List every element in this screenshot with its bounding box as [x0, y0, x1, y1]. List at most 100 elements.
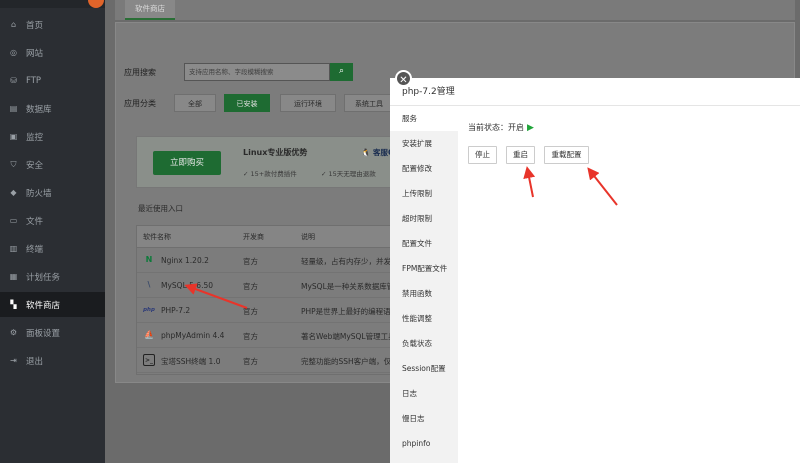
buy-now-button[interactable]: 立即购买: [153, 151, 221, 175]
software-vendor: 官方: [243, 257, 258, 266]
sidebar-item-label: 文件: [26, 216, 44, 227]
sidebar-item-label: 退出: [26, 356, 44, 367]
sidebar-item-5[interactable]: ⛉ 安全: [0, 152, 105, 177]
category-all[interactable]: 全部: [174, 94, 216, 112]
sidebar-item-label: 终端: [26, 244, 44, 255]
sidebar-item-1[interactable]: ◎ 网站: [0, 40, 105, 65]
software-vendor: 官方: [243, 307, 258, 316]
mysql-icon: \: [147, 280, 151, 289]
close-icon[interactable]: ✕: [395, 70, 412, 87]
sidebar-item-label: 数据库: [26, 104, 52, 115]
promo-title: Linux专业版优势: [243, 148, 308, 157]
search-input[interactable]: 支持应用名称、字段模糊搜索: [184, 63, 330, 81]
sidebar-header: [0, 0, 105, 8]
software-name[interactable]: 宝塔SSH终端 1.0: [161, 356, 239, 367]
software-desc: 轻量级，占有内存少，并发能力: [301, 257, 401, 266]
php-manage-modal: php-7.2管理 服务 安装扩展 配置修改 上传限制 超时限制 配置文件 FPM配置文件禁…: [390, 78, 800, 463]
stop-button[interactable]: 停止: [468, 146, 497, 164]
folder-icon: ▭: [9, 216, 18, 225]
sidebar-item-9[interactable]: ▦ 计划任务: [0, 264, 105, 289]
phpmyadmin-icon: ⛵: [144, 330, 154, 339]
software-desc: 著名Web端MySQL管理工具: [301, 332, 396, 341]
software-name[interactable]: phpMyAdmin 4.4: [161, 331, 239, 340]
reload-config-button[interactable]: 重载配置: [544, 146, 589, 164]
sidebar-item-label: 安全: [26, 160, 44, 171]
modal-nav-item[interactable]: 日志: [390, 381, 458, 406]
shield-icon: ⛉: [10, 160, 17, 169]
table-row[interactable]: \ MySQL 5.6.50 官方 MySQL是一种关系数据库管理: [137, 273, 402, 298]
modal-content: 当前状态：开启 ▶ 停止 重启 重载配置: [458, 106, 800, 463]
sidebar-item-label: 监控: [26, 132, 44, 143]
modal-nav-item[interactable]: phpinfo: [390, 431, 458, 456]
sidebar-item-0[interactable]: ⌂ 首页: [0, 12, 105, 37]
qq-icon: 🐧: [361, 148, 371, 157]
recent-label: 最近使用入口: [138, 204, 183, 213]
category-label: 应用分类: [124, 99, 156, 108]
table-row[interactable]: >_ 宝塔SSH终端 1.0 官方 完整功能的SSH客户端，仅用: [137, 348, 402, 373]
sidebar-item-4[interactable]: ▣ 监控: [0, 124, 105, 149]
sidebar-item-11[interactable]: ⚙ 面板设置: [0, 320, 105, 345]
service-status: 当前状态：开启 ▶: [468, 122, 534, 133]
modal-nav-item[interactable]: 负载状态: [390, 331, 458, 356]
ftp-icon: ⛁: [10, 76, 17, 85]
gear-icon: ⚙: [9, 328, 18, 337]
nginx-icon: N: [145, 255, 153, 264]
terminal-icon: ▥: [9, 244, 18, 253]
search-icon: ⌕: [338, 66, 345, 76]
modal-nav-item[interactable]: Session配置: [390, 356, 458, 381]
search-label: 应用搜索: [124, 68, 156, 77]
modal-nav-item[interactable]: FPM配置文件: [390, 256, 458, 281]
logout-icon: ⇥: [10, 356, 17, 365]
play-icon: ▶: [527, 123, 534, 133]
table-row[interactable]: N Nginx 1.20.2 官方 轻量级，占有内存少，并发能力: [137, 248, 402, 273]
col-name: 软件名称: [143, 233, 171, 241]
modal-title: php-7.2管理: [390, 78, 800, 106]
table-row[interactable]: ⛵ phpMyAdmin 4.4 官方 著名Web端MySQL管理工具: [137, 323, 402, 348]
task-icon: ▦: [9, 272, 18, 281]
table-row[interactable]: php PHP-7.2 官方 PHP是世界上最好的编程语言: [137, 298, 402, 323]
restart-button[interactable]: 重启: [506, 146, 535, 164]
software-vendor: 官方: [243, 357, 258, 366]
sidebar-item-12[interactable]: ⇥ 退出: [0, 348, 105, 373]
modal-nav-item[interactable]: 服务: [390, 106, 458, 131]
search-button[interactable]: ⌕: [330, 63, 353, 81]
tab-software-store[interactable]: 软件商店: [125, 0, 175, 20]
software-name[interactable]: MySQL 5.6.50: [161, 281, 239, 290]
sidebar-item-label: 首页: [26, 20, 44, 31]
sidebar-item-label: 网站: [26, 48, 44, 59]
modal-nav-item[interactable]: 配置修改: [390, 156, 458, 181]
software-desc: MySQL是一种关系数据库管理: [301, 282, 401, 291]
sidebar-item-8[interactable]: ▥ 终端: [0, 236, 105, 261]
modal-nav-item[interactable]: 禁用函数: [390, 281, 458, 306]
sidebar: ⌂ 首页 ◎ 网站 ⛁ FTP ▤ 数据库 ▣ 监控 ⛉ 安全 ◆ 防火墙 ▭ 文件 ▥ 终端 ▦ 计划任务 ▚ 软件商店…: [0, 0, 105, 463]
software-name[interactable]: Nginx 1.20.2: [161, 256, 239, 265]
globe-icon: ◎: [10, 48, 17, 57]
sidebar-item-7[interactable]: ▭ 文件: [0, 208, 105, 233]
sidebar-item-label: 软件商店: [26, 300, 61, 311]
modal-nav: 服务 安装扩展 配置修改 上传限制 超时限制 配置文件 FPM配置文件 禁用函数 性能调整 负载状…: [390, 106, 458, 463]
modal-nav-item[interactable]: 超时限制: [390, 206, 458, 231]
category-runtime[interactable]: 运行环境: [280, 94, 336, 112]
database-icon: ▤: [9, 104, 18, 113]
software-name[interactable]: PHP-7.2: [161, 306, 239, 315]
modal-nav-item[interactable]: 慢日志: [390, 406, 458, 431]
modal-nav-item[interactable]: 配置文件: [390, 231, 458, 256]
sidebar-item-10[interactable]: ▚ 软件商店: [0, 292, 105, 317]
notification-badge[interactable]: [88, 0, 104, 8]
promo-feature-plugins: ✓ 15+款付费插件: [243, 170, 297, 178]
software-table: 软件名称 开发商 说明 N Nginx 1.20.2 官方 轻量级，占有内存少，并发能…: [136, 225, 402, 375]
sidebar-item-6[interactable]: ◆ 防火墙: [0, 180, 105, 205]
modal-nav-item[interactable]: 安装扩展: [390, 131, 458, 156]
firewall-icon: ◆: [10, 188, 17, 197]
monitor-icon: ▣: [9, 132, 18, 141]
sidebar-item-3[interactable]: ▤ 数据库: [0, 96, 105, 121]
col-desc: 说明: [301, 233, 315, 241]
category-installed[interactable]: 已安装: [224, 94, 270, 112]
tab-bar: 软件商店: [115, 0, 795, 20]
modal-nav-item[interactable]: 上传限制: [390, 181, 458, 206]
modal-nav-item[interactable]: 性能调整: [390, 306, 458, 331]
sidebar-item-2[interactable]: ⛁ FTP: [0, 68, 105, 93]
sidebar-item-label: 计划任务: [26, 272, 61, 283]
category-system-tools[interactable]: 系统工具: [344, 94, 394, 112]
sidebar-item-label: 防火墙: [26, 188, 52, 199]
